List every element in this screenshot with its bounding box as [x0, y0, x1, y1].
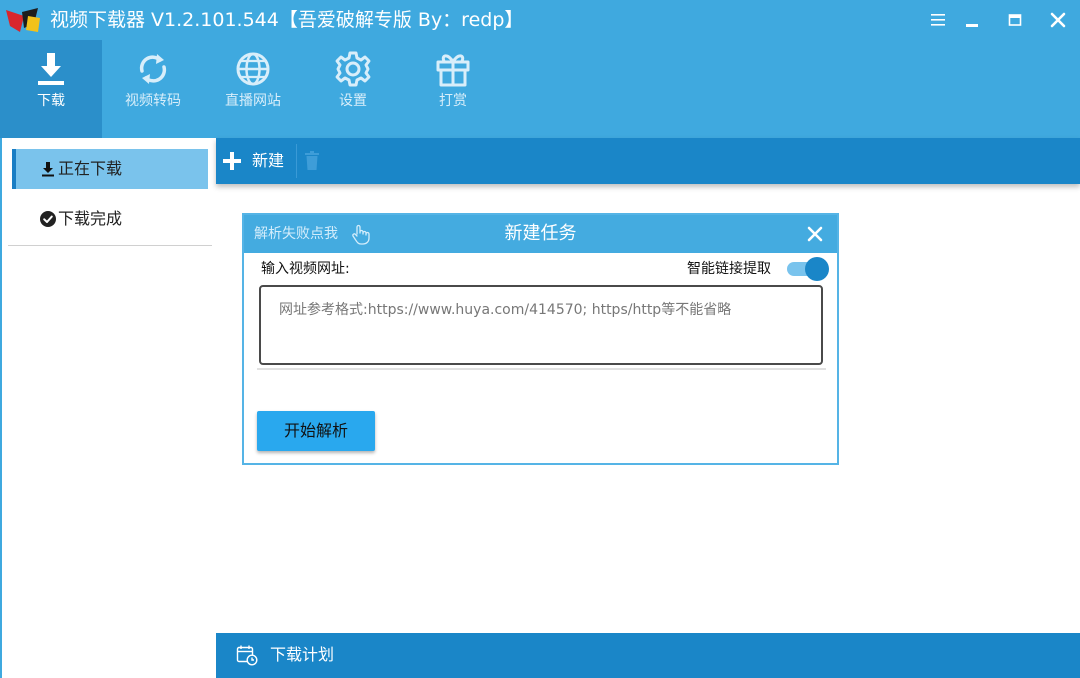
sidebar-item-downloading[interactable]: 正在下载 [12, 149, 208, 189]
title-bar: 视频下载器 V1.2.101.544【吾爱破解专版 By：redp】 [0, 0, 1080, 40]
tool-label: 直播网站 [225, 93, 281, 109]
gift-icon [436, 54, 470, 87]
tool-settings[interactable]: 设置 [302, 40, 404, 138]
plus-icon [223, 152, 241, 170]
smart-extract-toggle[interactable] [787, 257, 829, 281]
window-title: 视频下载器 V1.2.101.544【吾爱破解专版 By：redp】 [50, 9, 524, 31]
check-circle-icon [40, 211, 56, 227]
globe-icon [236, 52, 270, 86]
dialog-divider [257, 368, 826, 370]
minimize-icon[interactable] [960, 8, 984, 32]
tool-convert[interactable]: 视频转码 [102, 40, 204, 138]
menu-icon[interactable] [926, 8, 950, 32]
new-task-button[interactable]: 新建 [220, 144, 294, 178]
url-field-label: 输入视频网址: [261, 261, 350, 277]
main-toolbar: 下载 视频转码 直播网站 设置 打赏 [0, 40, 1080, 138]
tool-donate[interactable]: 打赏 [402, 40, 504, 138]
sidebar-item-label: 正在下载 [58, 159, 123, 178]
close-icon[interactable] [806, 225, 824, 243]
app-logo-icon [6, 8, 40, 32]
toggle-knob [805, 257, 829, 281]
calendar-clock-icon[interactable] [236, 644, 258, 666]
tool-label: 打赏 [439, 93, 467, 109]
action-bar: 新建 [216, 138, 1080, 184]
bottom-bar: 下载计划 [216, 633, 1080, 678]
download-schedule-label[interactable]: 下载计划 [270, 644, 334, 666]
new-task-dialog: 解析失败点我 新建任务 输入视频网址: 智能链接提取 开始解析 [242, 213, 839, 465]
trash-icon[interactable] [304, 151, 320, 171]
convert-icon [139, 54, 167, 84]
tool-label: 设置 [339, 93, 367, 109]
gear-icon [335, 51, 371, 87]
action-separator [296, 144, 297, 178]
video-url-input[interactable] [259, 285, 823, 365]
download-icon [38, 53, 64, 85]
tool-label: 下载 [37, 93, 65, 109]
tool-download[interactable]: 下载 [0, 40, 102, 138]
download-arrow-icon [42, 162, 54, 177]
tool-label: 视频转码 [125, 93, 181, 109]
sidebar-item-label: 下载完成 [58, 209, 123, 228]
sidebar: 正在下载 下载完成 [0, 138, 216, 678]
smart-extract-label: 智能链接提取 [687, 261, 771, 277]
new-task-label: 新建 [252, 151, 285, 170]
sidebar-item-completed[interactable]: 下载完成 [12, 199, 208, 239]
maximize-icon[interactable] [1003, 8, 1027, 32]
sidebar-divider [8, 245, 212, 246]
close-icon[interactable] [1046, 8, 1070, 32]
dialog-title: 新建任务 [504, 223, 577, 244]
tool-live-sites[interactable]: 直播网站 [202, 40, 304, 138]
dialog-header: 解析失败点我 新建任务 [244, 215, 837, 253]
start-parse-button[interactable]: 开始解析 [257, 411, 375, 451]
